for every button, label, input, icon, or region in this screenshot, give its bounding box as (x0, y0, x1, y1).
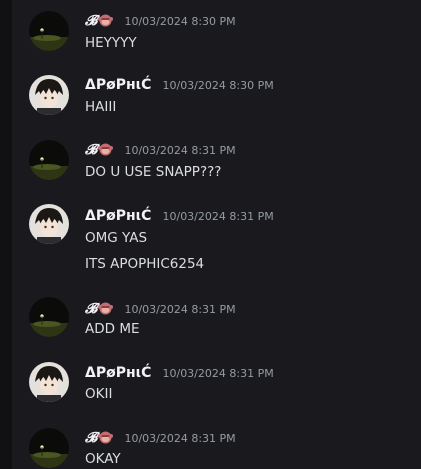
night-street-avatar[interactable] (29, 11, 69, 51)
author-name[interactable]: ΔPøPнιĆ (85, 365, 151, 381)
monkey-emoji-icon (98, 430, 114, 444)
chat-window: 𝓑 10/03/2024 8:30 PM HEYYYY ΔPøPнιĆ 10/0… (0, 0, 421, 469)
author-name[interactable]: ΔPøPнιĆ (85, 77, 151, 93)
message[interactable]: 𝓑 10/03/2024 8:31 PM OKAY (12, 414, 421, 469)
anime-boy-avatar[interactable] (29, 204, 69, 244)
timestamp: 10/03/2024 8:31 PM (124, 432, 236, 445)
timestamp: 10/03/2024 8:30 PM (162, 79, 274, 92)
message-text: ADD ME (85, 321, 140, 337)
timestamp: 10/03/2024 8:31 PM (124, 303, 236, 316)
monkey-emoji-icon (98, 13, 114, 27)
timestamp: 10/03/2024 8:31 PM (162, 367, 274, 380)
message[interactable]: ΔPøPнιĆ 10/03/2024 8:31 PM OMG YAS ITS A… (12, 193, 421, 283)
timestamp: 10/03/2024 8:31 PM (162, 210, 274, 223)
message[interactable]: 𝓑 10/03/2024 8:30 PM HEYYYY (12, 0, 421, 60)
night-street-avatar[interactable] (29, 297, 69, 337)
author-name[interactable]: 𝓑 (85, 430, 97, 446)
message-text: DO U USE SNAPP??? (85, 164, 222, 180)
message-text: OKII (85, 386, 113, 402)
message-text: ITS APOPHIC6254 (85, 256, 205, 272)
timestamp: 10/03/2024 8:30 PM (124, 15, 236, 28)
message[interactable]: 𝓑 10/03/2024 8:31 PM DO U USE SNAPP??? (12, 129, 421, 189)
anime-boy-avatar[interactable] (29, 362, 69, 402)
night-street-avatar[interactable] (29, 428, 69, 468)
message[interactable]: ΔPøPнιĆ 10/03/2024 8:30 PM HAIII (12, 64, 421, 124)
message-text: OKAY (85, 451, 121, 467)
night-street-avatar[interactable] (29, 140, 69, 180)
timestamp: 10/03/2024 8:31 PM (124, 144, 236, 157)
message-text: OMG YAS (85, 230, 148, 246)
message[interactable]: 𝓑 10/03/2024 8:31 PM ADD ME (12, 286, 421, 346)
message[interactable]: ΔPøPнιĆ 10/03/2024 8:31 PM OKII (12, 350, 421, 410)
monkey-emoji-icon (98, 301, 114, 315)
author-name[interactable]: ΔPøPнιĆ (85, 208, 151, 224)
message-text: HAIII (85, 99, 117, 115)
author-name[interactable]: 𝓑 (85, 13, 97, 29)
left-rail (0, 0, 12, 469)
author-name[interactable]: 𝓑 (85, 301, 97, 317)
anime-boy-avatar[interactable] (29, 75, 69, 115)
monkey-emoji-icon (98, 142, 114, 156)
message-text: HEYYYY (85, 35, 137, 51)
author-name[interactable]: 𝓑 (85, 142, 97, 158)
